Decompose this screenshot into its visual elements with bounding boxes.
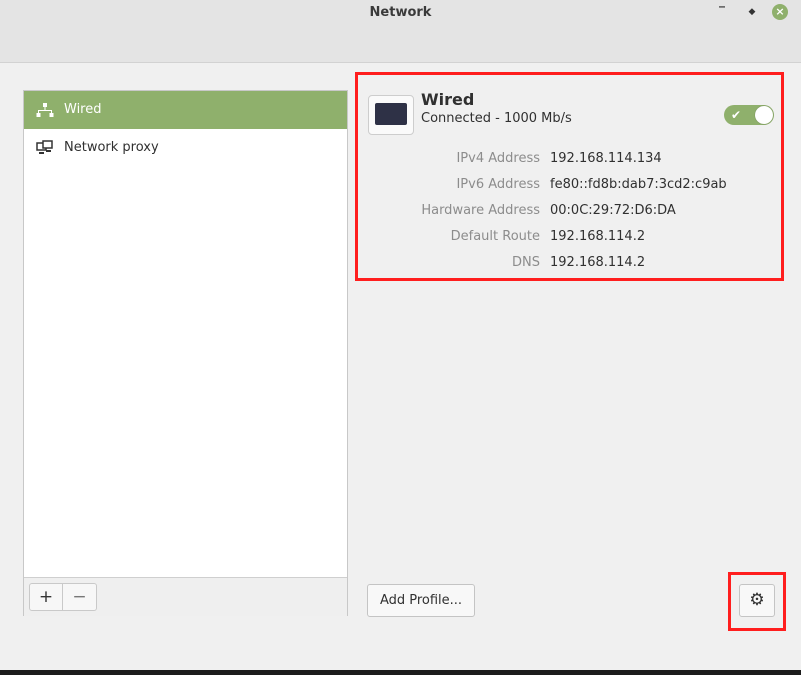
- sidebar-item-label: Wired: [64, 102, 102, 117]
- default-route-label: Default Route: [450, 229, 540, 244]
- ethernet-device-icon: [368, 95, 414, 135]
- sidebar-item-network-proxy[interactable]: Network proxy: [24, 129, 347, 167]
- sidebar-toolbar: + −: [24, 577, 347, 616]
- ipv4-value: 192.168.114.134: [550, 151, 662, 166]
- connection-list: Wired Network proxy + −: [23, 90, 348, 616]
- ipv6-label: IPv6 Address: [456, 177, 540, 192]
- title-bar: Network ‾ ◆ ×: [0, 0, 801, 63]
- hardware-address-value: 00:0C:29:72:D6:DA: [550, 203, 676, 218]
- ipv6-value: fe80::fd8b:dab7:3cd2:c9ab: [550, 177, 727, 192]
- network-window: Network ‾ ◆ × Wired Network proxy + − Wi…: [0, 0, 801, 670]
- close-icon[interactable]: ×: [772, 4, 788, 20]
- toggle-knob: [755, 106, 773, 124]
- hardware-address-label: Hardware Address: [421, 203, 540, 218]
- gear-icon: ⚙: [749, 590, 765, 610]
- check-icon: ✔: [731, 108, 742, 122]
- minimize-icon[interactable]: ‾: [714, 4, 730, 20]
- device-status: Connected - 1000 Mb/s: [421, 111, 572, 126]
- connection-toggle[interactable]: ✔: [724, 105, 774, 125]
- wired-network-icon: [36, 103, 54, 117]
- sidebar-item-wired[interactable]: Wired: [24, 91, 347, 129]
- dns-value: 192.168.114.2: [550, 255, 646, 270]
- settings-button[interactable]: ⚙: [739, 584, 775, 617]
- default-route-value: 192.168.114.2: [550, 229, 646, 244]
- add-connection-button[interactable]: +: [29, 583, 63, 611]
- add-profile-button[interactable]: Add Profile...: [367, 584, 475, 617]
- device-name: Wired: [421, 90, 475, 109]
- sidebar-item-label: Network proxy: [64, 140, 159, 155]
- window-title: Network: [369, 5, 432, 20]
- dns-label: DNS: [512, 255, 540, 270]
- network-proxy-icon: [36, 140, 53, 154]
- remove-connection-button[interactable]: −: [63, 583, 97, 611]
- ipv4-label: IPv4 Address: [456, 151, 540, 166]
- maximize-icon[interactable]: ◆: [744, 4, 760, 20]
